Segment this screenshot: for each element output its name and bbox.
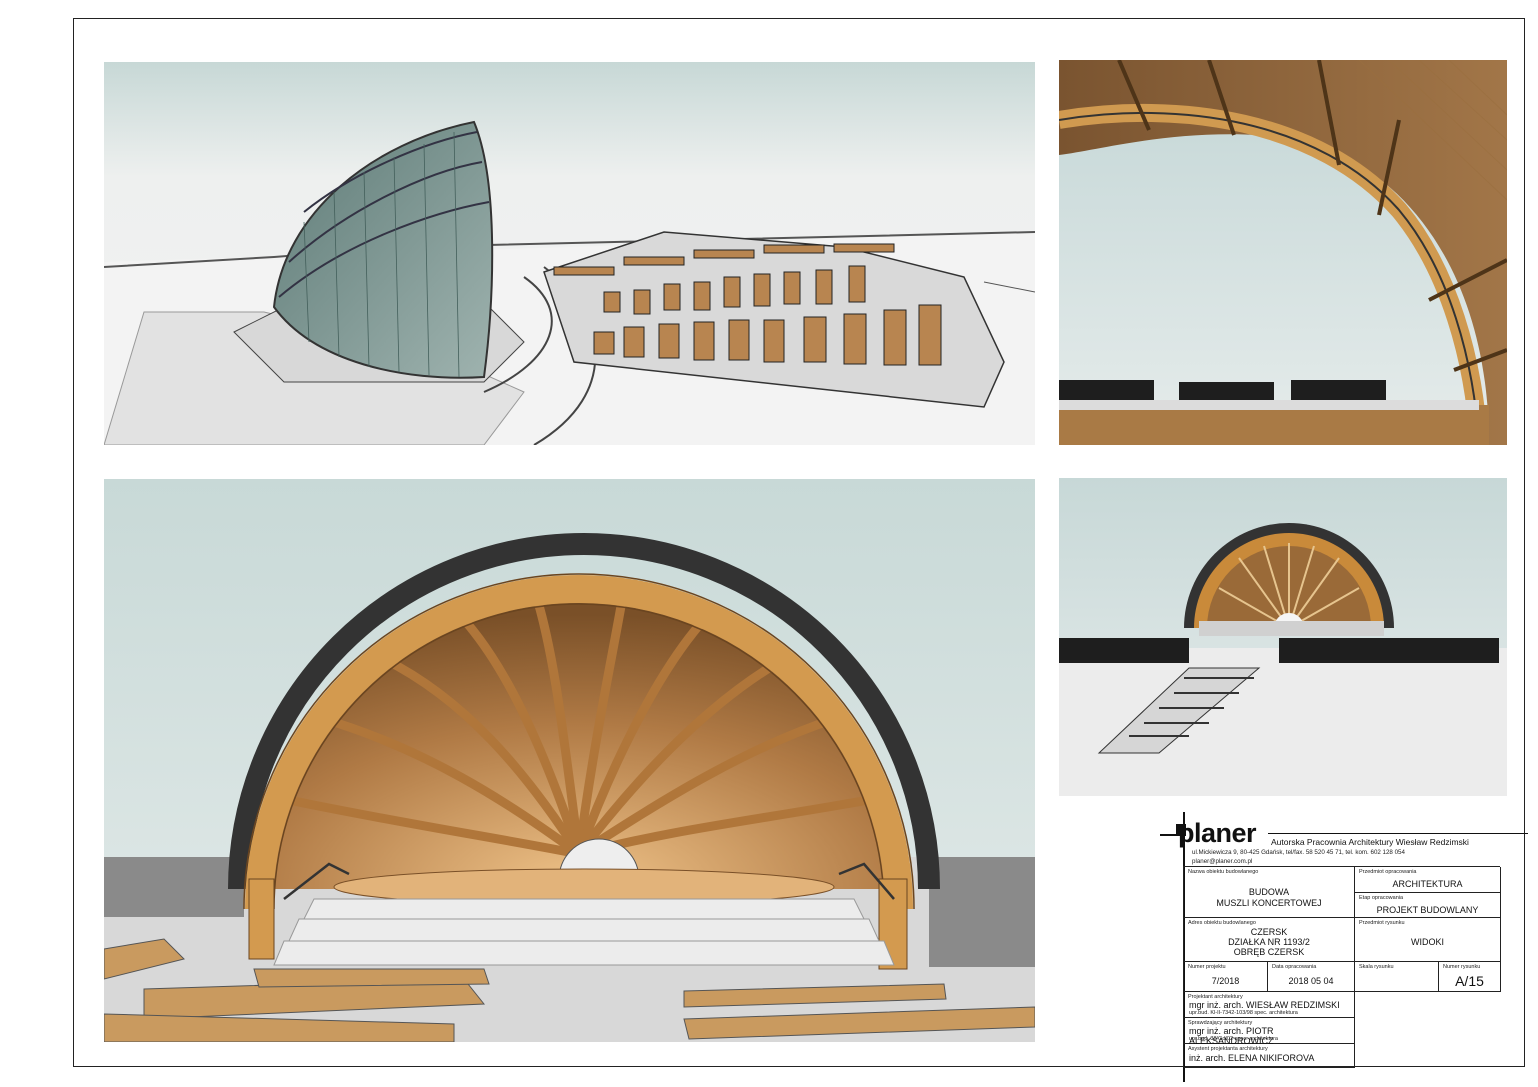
checker-cell: Sprawdzający architektury mgr inż. arch.… (1184, 1018, 1355, 1046)
sheet-no-value: A/15 (1455, 973, 1484, 989)
designer-cell: Projektant architektury mgr inż. arch. W… (1184, 992, 1355, 1018)
subject-cell: Przedmiot opracowania ARCHITEKTURA (1355, 867, 1501, 893)
object-name-line1: BUDOWA (1248, 887, 1290, 897)
logo-rule (1268, 833, 1528, 834)
assistant-cell: Asystent projektanta architektury inż. a… (1184, 1044, 1355, 1068)
address-line1: CZERSK (1250, 927, 1288, 937)
object-name-line2: MUSZLI KONCERTOWEJ (1216, 898, 1322, 908)
scale-cell: Skala rysunku (1355, 962, 1439, 992)
object-name-cell: Nazwa obiektu budowlanego BUDOWA MUSZLI … (1184, 867, 1355, 918)
sheet-no-cell: Numer rysunku A/15 (1439, 962, 1501, 992)
address-label: Adres obiektu budowlanego (1188, 920, 1256, 926)
drawing-subject-value: WIDOKI (1411, 937, 1444, 947)
subject-value: ARCHITEKTURA (1392, 879, 1463, 889)
office-address: ul.Mickiewicza 9, 80-425 Gdańsk, tel/fax… (1192, 849, 1405, 856)
project-no-cell: Numer projektu 7/2018 (1184, 962, 1268, 992)
designer-name: mgr inż. arch. WIESŁAW REDZIMSKI (1189, 1000, 1340, 1010)
subject-label: Przedmiot opracowania (1359, 869, 1417, 875)
interior-view-render (1059, 60, 1507, 445)
stage-value: PROJEKT BUDOWLANY (1376, 905, 1479, 915)
address-line3: OBRĘB CZERSK (1233, 947, 1305, 957)
project-no-value: 7/2018 (1211, 976, 1240, 986)
stage-label: Etap opracowania (1359, 895, 1404, 901)
designer-cert: upr.bud. Kl-II-7342-103/98 spec. archite… (1189, 1010, 1298, 1016)
checker-cert: upr.bud. 38/Gd/02 spec. architektura (1189, 1036, 1278, 1042)
office-email: planer@planer.com.pl (1192, 858, 1253, 865)
drawing-subject-label: Przedmiot rysunku (1359, 920, 1405, 926)
address-cell: Adres obiektu budowlanego CZERSK DZIAŁKA… (1184, 918, 1355, 962)
company-logo: planer (1178, 818, 1257, 848)
assistant-label: Asystent projektanta architektury (1188, 1046, 1268, 1052)
title-block: Nazwa obiektu budowlanego BUDOWA MUSZLI … (1183, 866, 1501, 1068)
project-no-label: Numer projektu (1188, 964, 1226, 970)
stage-cell: Etap opracowania PROJEKT BUDOWLANY (1355, 893, 1501, 918)
date-cell: Data opracowania 2018 05 04 (1268, 962, 1355, 992)
scale-label: Skala rysunku (1359, 964, 1394, 970)
front-view-render (104, 479, 1035, 1042)
date-label: Data opracowania (1272, 964, 1317, 970)
sheet-no-label: Numer rysunku (1443, 964, 1481, 970)
office-name: Autorska Pracownia Architektury Wiesław … (1271, 837, 1469, 847)
aerial-view-render (104, 62, 1035, 445)
assistant-name: inż. arch. ELENA NIKIFOROVA (1189, 1053, 1315, 1063)
date-value: 2018 05 04 (1288, 976, 1334, 986)
address-line2: DZIAŁKA NR 1193/2 (1228, 937, 1310, 947)
drawing-subject-cell: Przedmiot rysunku WIDOKI (1355, 918, 1501, 962)
distant-view-render (1059, 478, 1507, 796)
object-name-label: Nazwa obiektu budowlanego (1188, 869, 1259, 875)
